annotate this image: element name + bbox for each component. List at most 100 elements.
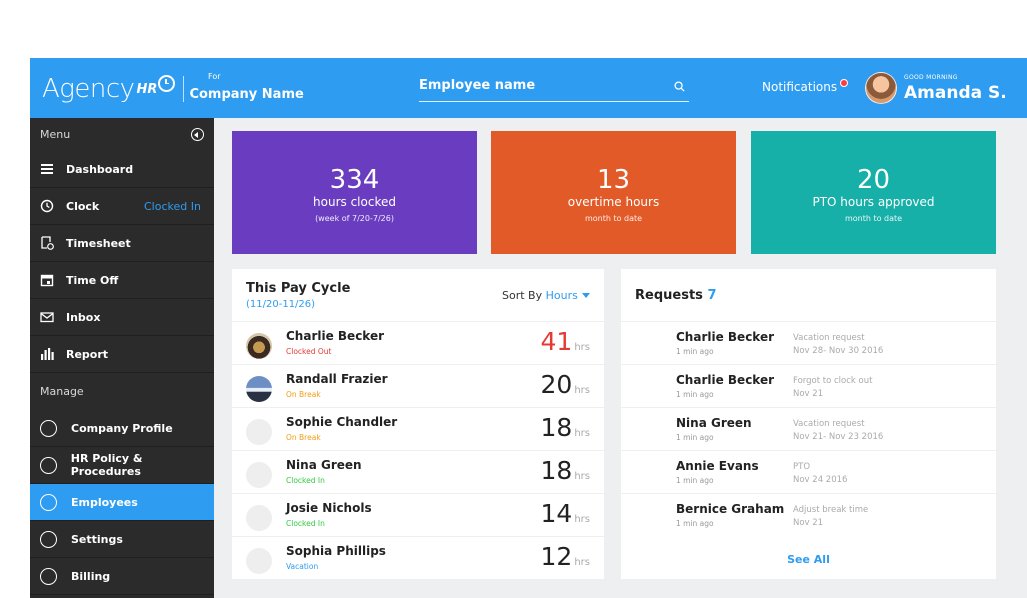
request-time: 1 min ago [676,390,714,399]
sidebar-item-employees[interactable]: Employees [30,484,214,521]
employee-hours: 14 hrs [541,499,590,528]
request-row[interactable]: Charlie Becker 1 min ago Forgot to clock… [621,364,996,407]
request-row[interactable]: Annie Evans 1 min ago PTO Nov 24 2016 [621,450,996,493]
employee-name: Sophie Chandler [286,415,398,429]
requests-title: Requests 7 [635,288,716,303]
sidebar-item-company-profile[interactable]: Company Profile [30,410,214,447]
request-type: PTO [793,462,811,472]
employee-row[interactable]: Sophie Chandler On Break 18 hrs [232,407,604,450]
employee-row[interactable]: Charlie Becker Clocked Out 41 hrs [232,321,604,364]
employee-avatar [246,333,272,359]
employee-row[interactable]: Sophia Phillips Vacation 12 hrs [232,536,604,579]
stat-value: 13 [596,165,631,195]
sidebar-item-settings[interactable]: Settings [30,521,214,558]
menu-section-header: Menu [30,118,214,151]
request-date: Nov 21 [793,389,824,399]
manage-section-label: Manage [40,385,84,398]
sidebar-item-time-off[interactable]: Time Off [30,262,214,299]
request-time: 1 min ago [676,433,714,442]
employee-status: Clocked Out [286,347,332,356]
employee-hours: 12 hrs [541,542,590,571]
employee-avatar [246,548,272,574]
sidebar-item-label: Inbox [66,310,101,324]
request-row[interactable]: Nina Green 1 min ago Vacation request No… [621,407,996,450]
user-name[interactable]: Amanda S. [904,83,1007,103]
notifications-button[interactable]: Notifications [762,79,849,94]
employee-row[interactable]: Josie Nichols Clocked In 14 hrs [232,493,604,536]
stat-label: overtime hours [567,195,660,209]
circle-icon [40,456,57,474]
clock-icon [40,199,54,213]
sort-label: Sort By [502,289,543,302]
notification-dot-icon [840,79,849,87]
sidebar-item-label: Company Profile [71,421,173,435]
hours-unit: hrs [574,428,590,439]
pay-cycle-panel: This Pay Cycle (11/20-11/26) Sort By Hou… [232,269,604,579]
see-all-link[interactable]: See All [621,553,996,566]
employee-row[interactable]: Nina Green Clocked In 18 hrs [232,450,604,493]
request-row[interactable]: Charlie Becker 1 min ago Vacation reques… [621,321,996,364]
hours-value: 41 [540,327,573,356]
employee-name: Randall Frazier [286,372,388,386]
hours-value: 18 [540,456,573,485]
brand-for-label: For [208,72,221,81]
pay-cycle-range: (11/20-11/26) [246,299,316,310]
sidebar-item-clock[interactable]: Clock Clocked In [30,188,214,225]
request-time: 1 min ago [676,347,714,356]
hours-unit: hrs [574,557,590,568]
search-icon[interactable] [674,81,685,92]
clock-status-tag: Clocked In [144,199,201,213]
hours-unit: hrs [574,514,590,525]
request-employee-name: Bernice Graham [676,502,785,516]
hours-value: 18 [540,413,573,442]
sidebar-item-label: Clock [66,199,100,213]
request-date: Nov 21- Nov 23 2016 [793,432,884,442]
sidebar-item-label: Dashboard [66,162,134,176]
sidebar-item-inbox[interactable]: Inbox [30,299,214,336]
requests-panel: Requests 7 Charlie Becker 1 min ago Vaca… [621,269,996,579]
list-icon [41,164,53,174]
brand-hr-mark: HR [136,81,158,97]
brand-name: Agency [42,74,135,104]
company-name: Company Name [189,86,304,102]
brand-divider [183,76,185,102]
request-time: 1 min ago [676,476,714,485]
employee-row[interactable]: Randall Frazier On Break 20 hrs [232,364,604,407]
mail-icon [40,312,54,323]
pay-cycle-title: This Pay Cycle [246,281,351,296]
sidebar: Menu Dashboard Clock Clocked In Timeshee… [30,118,214,598]
sidebar-item-billing[interactable]: Billing [30,558,214,595]
stat-subtitle: month to date [844,214,903,223]
employee-hours: 18 hrs [541,456,590,485]
stat-label: hours clocked [313,195,396,209]
employee-name: Josie Nichols [286,501,372,515]
menu-section-label: Menu [40,128,71,141]
employee-hours: 41 hrs [541,327,590,356]
collapse-sidebar-icon[interactable] [191,128,204,141]
request-employee-name: Charlie Becker [676,330,775,344]
request-time: 1 min ago [676,519,714,528]
employee-name: Nina Green [286,458,362,472]
employee-status: Clocked In [286,519,325,528]
circle-icon [40,493,57,511]
brand-logo[interactable]: Agency HR For Company Name [42,70,304,108]
stat-card-overtime[interactable]: 13 overtime hours month to date [491,131,736,254]
stat-card-pto[interactable]: 20 PTO hours approved month to date [751,131,996,254]
search-input[interactable] [419,78,649,93]
employee-avatar [246,462,272,488]
stat-card-hours-clocked[interactable]: 334 hours clocked (week of 7/20-7/26) [232,131,477,254]
stat-subtitle: (week of 7/20-7/26) [315,214,394,223]
sidebar-item-dashboard[interactable]: Dashboard [30,151,214,188]
employee-hours: 18 hrs [541,413,590,442]
sidebar-item-timesheet[interactable]: Timesheet [30,225,214,262]
sidebar-item-hr-policy[interactable]: HR Policy & Procedures [30,447,214,484]
sort-dropdown[interactable]: Sort By Hours [502,289,590,302]
request-employee-name: Charlie Becker [676,373,775,387]
request-row[interactable]: Bernice Graham 1 min ago Adjust break ti… [621,493,996,536]
sidebar-item-report[interactable]: Report [30,336,214,373]
employee-avatar [246,505,272,531]
request-type: Vacation request [793,419,865,429]
request-date: Nov 21 [793,518,824,528]
requests-title-label: Requests [635,288,703,303]
user-avatar[interactable] [865,72,897,104]
